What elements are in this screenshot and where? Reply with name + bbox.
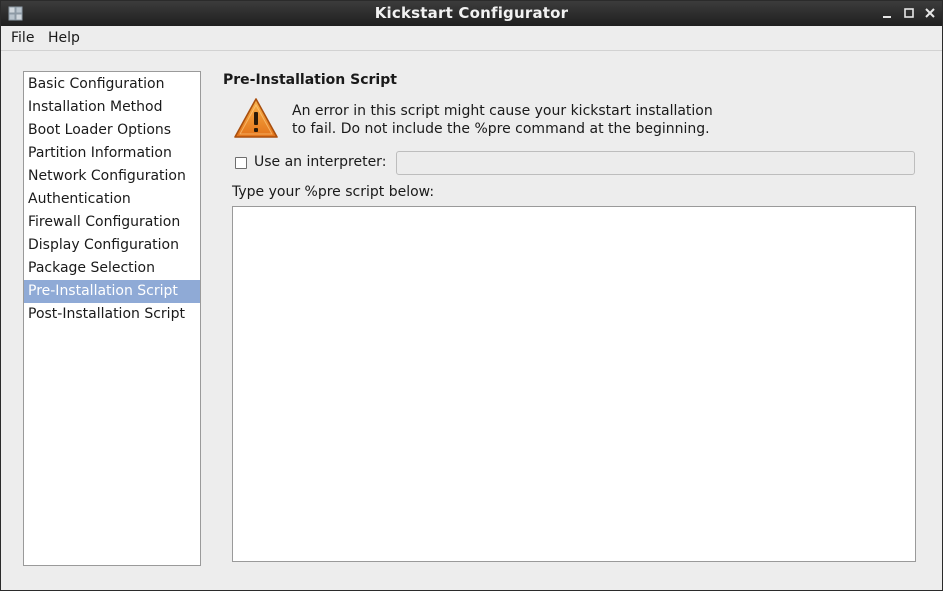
sidebar-item-basic-configuration[interactable]: Basic Configuration (24, 73, 200, 96)
maximize-icon[interactable] (901, 5, 917, 21)
sidebar-item-authentication[interactable]: Authentication (24, 188, 200, 211)
sidebar-item-package-selection[interactable]: Package Selection (24, 257, 200, 280)
sidebar-item-installation-method[interactable]: Installation Method (24, 96, 200, 119)
warning-line-2: to fail. Do not include the %pre command… (292, 121, 710, 137)
warning-triangle-icon (234, 98, 278, 138)
script-label: Type your %pre script below: (232, 184, 435, 200)
title-bar[interactable]: Kickstart Configurator (1, 1, 942, 26)
minimize-icon[interactable] (879, 5, 895, 21)
sidebar-item-post-installation-script[interactable]: Post-Installation Script (24, 303, 200, 326)
interpreter-row: Use an interpreter: (235, 151, 915, 175)
pre-script-textarea[interactable] (232, 206, 916, 562)
sidebar-item-boot-loader-options[interactable]: Boot Loader Options (24, 119, 200, 142)
app-window: Kickstart Configurator File Help Basic C… (0, 0, 943, 591)
window-title: Kickstart Configurator (374, 4, 569, 22)
page-title: Pre-Installation Script (223, 72, 397, 88)
sidebar-item-partition-information[interactable]: Partition Information (24, 142, 200, 165)
sidebar-item-pre-installation-script[interactable]: Pre-Installation Script (24, 280, 200, 303)
menu-bar: File Help (1, 26, 942, 51)
section-list: Basic Configuration Installation Method … (23, 71, 201, 566)
close-icon[interactable] (922, 5, 938, 21)
main-panel: Pre-Installation Script An error in this… (223, 71, 923, 571)
sidebar-item-display-configuration[interactable]: Display Configuration (24, 234, 200, 257)
menu-file[interactable]: File (11, 30, 34, 46)
sidebar-item-network-configuration[interactable]: Network Configuration (24, 165, 200, 188)
warning-line-1: An error in this script might cause your… (292, 103, 713, 119)
interpreter-input[interactable] (396, 151, 915, 175)
use-interpreter-label[interactable]: Use an interpreter: (254, 154, 386, 170)
use-interpreter-checkbox[interactable] (235, 157, 247, 169)
sidebar-item-firewall-configuration[interactable]: Firewall Configuration (24, 211, 200, 234)
menu-help[interactable]: Help (48, 30, 80, 46)
warning-message: An error in this script might cause your… (292, 102, 732, 138)
